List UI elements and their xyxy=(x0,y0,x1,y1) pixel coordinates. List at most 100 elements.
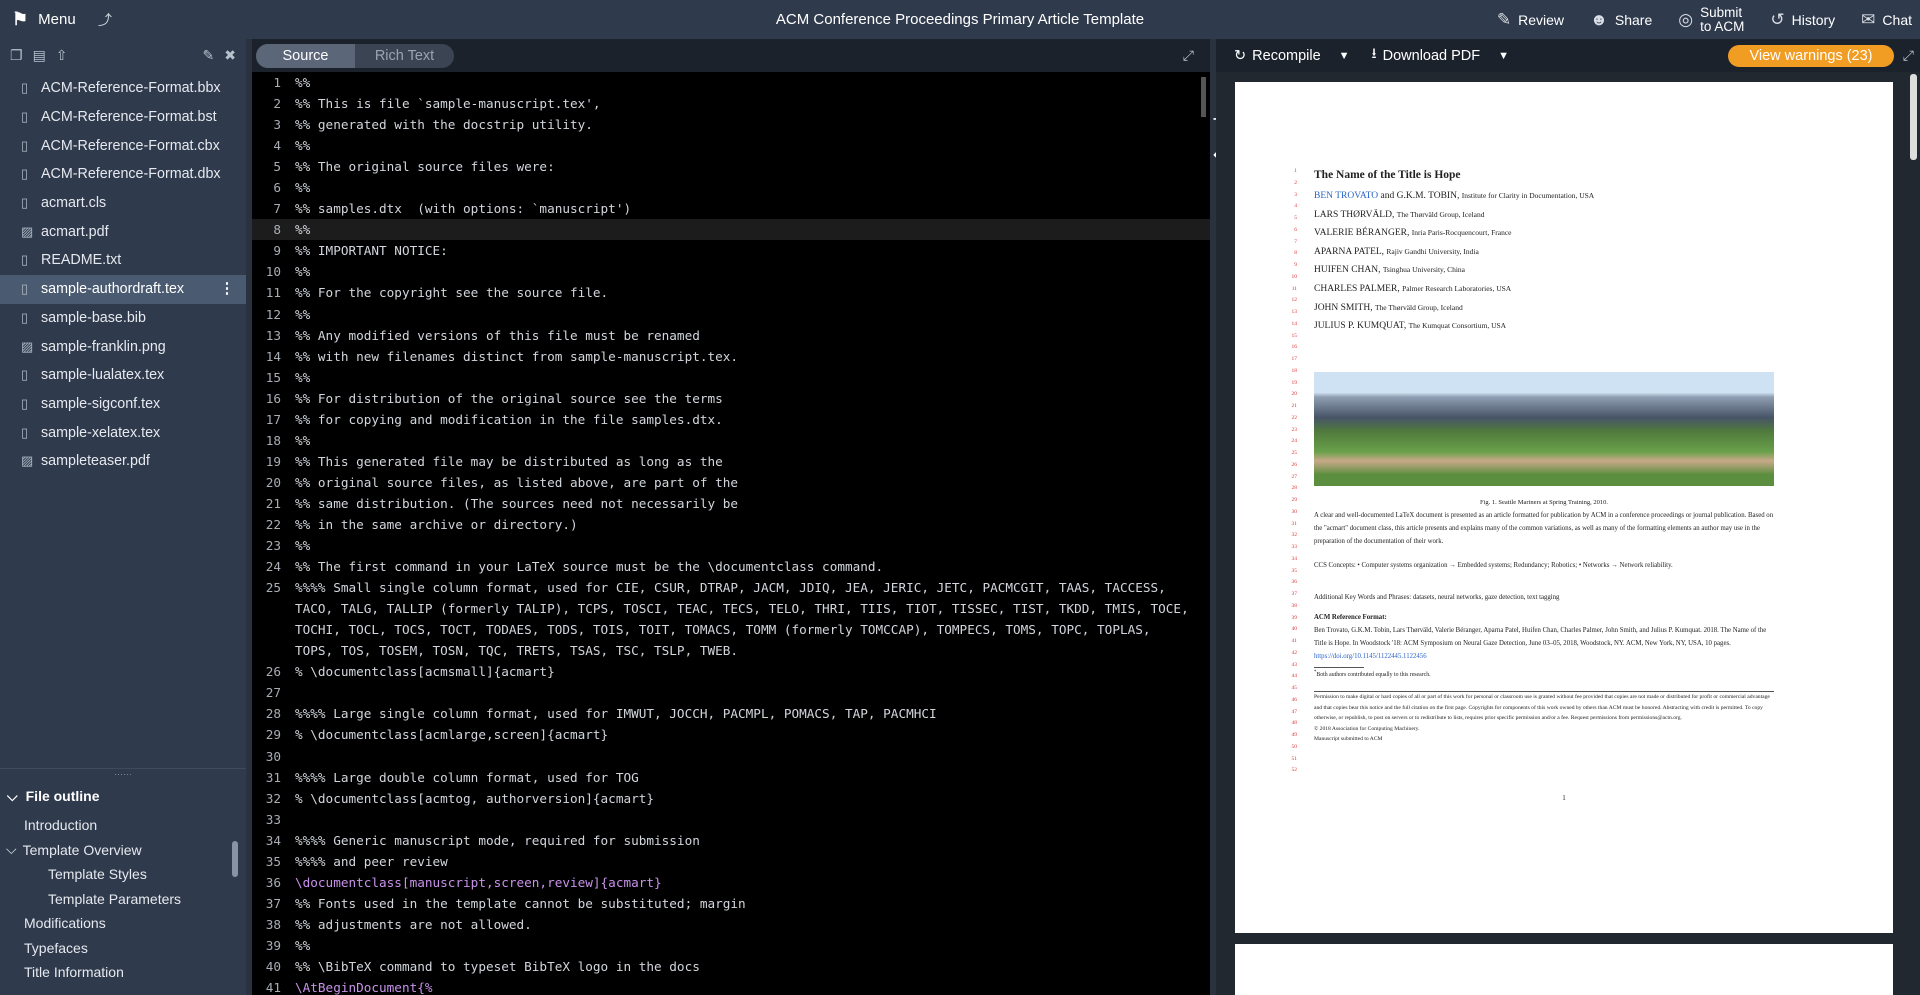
code-line: 5 %% The original source files were: xyxy=(252,156,1210,177)
recompile-button[interactable]: ↻ Recompile xyxy=(1234,48,1321,64)
author-line: BEN TROVATO and G.K.M. TOBIN, Institute … xyxy=(1314,191,1595,201)
line-number: 38 xyxy=(265,916,281,932)
outline-item[interactable]: Template Parameters xyxy=(0,887,246,912)
new-folder-icon[interactable]: ▤ xyxy=(33,47,46,64)
download-label: Download PDF xyxy=(1382,47,1481,64)
file-tree-item[interactable]: ▯ README.txt xyxy=(0,246,246,275)
rename-icon[interactable]: ✎ xyxy=(203,47,215,64)
code-line: 23%% xyxy=(252,535,1210,556)
submit-button[interactable]: ◎ Submit to ACM xyxy=(1678,5,1745,34)
upload-icon[interactable]: ⇧ xyxy=(56,47,68,64)
outline-resize-handle[interactable]: …… xyxy=(0,768,246,779)
code-editor[interactable]: 1%% 2 %% This is file `sample-manuscript.t… xyxy=(252,72,1210,995)
author-affiliation: Tsinghua University, China xyxy=(1382,265,1465,275)
code-line: 11 %% For the copyright see the source fi… xyxy=(252,282,1210,303)
author-affiliation: The Thørväld Group, Iceland xyxy=(1374,302,1463,312)
code-line: 14 %% with new filenames distinct from sa… xyxy=(252,346,1210,367)
author-list: BEN TROVATO and G.K.M. TOBIN, Institute … xyxy=(1314,187,1594,336)
code-line: 38 %% adjustments are not allowed. xyxy=(252,914,1210,935)
file-tree-item[interactable]: ▯ ACM-Reference-Format.bst xyxy=(0,103,246,132)
line-number: 2 xyxy=(273,96,281,112)
line-number: 11 xyxy=(265,285,281,301)
pdf-preview[interactable]: 1 2 3 4 5 6 7 8 9 10 11 12 13 14 15 16 17 18 19 20 21 22 23 24 2… xyxy=(1216,72,1920,995)
outline-item[interactable]: Typefaces xyxy=(0,936,246,961)
line-text xyxy=(295,809,1210,830)
file-outline-header[interactable]: ⌵ File outline xyxy=(0,779,246,813)
file-tree-item[interactable]: ▨ acmart.pdf xyxy=(0,217,246,246)
preview-expand-icon[interactable]: ⤢ xyxy=(1903,47,1914,64)
permission-text: Permission to make digital or hard copie… xyxy=(1314,694,1770,722)
outline-item[interactable]: ⌵ Template Overview xyxy=(0,838,246,863)
author-name[interactable]: BEN TROVATO xyxy=(1314,191,1378,201)
editor-scrollbar[interactable] xyxy=(1201,77,1206,117)
author-line: CHARLES PALMER, Palmer Research Laborato… xyxy=(1314,280,1594,299)
outline-item[interactable]: Title Information xyxy=(0,960,246,985)
author-line: APARNA PATEL, Rajiv Gandhi University, I… xyxy=(1314,243,1594,262)
expand-icon[interactable]: ⤢ xyxy=(1183,47,1194,64)
file-tree-item[interactable]: ▨ sample-franklin.png xyxy=(0,332,246,361)
code-line: 18%% xyxy=(252,430,1210,451)
file-tree-item[interactable]: ▯ sample-xelatex.tex xyxy=(0,418,246,447)
file-tree-item[interactable]: ▯ ACM-Reference-Format.dbx xyxy=(0,160,246,189)
outline-item[interactable]: Introduction xyxy=(0,813,246,838)
line-number: 41 xyxy=(265,980,281,995)
line-text: %% same distribution. (The sources need … xyxy=(295,495,739,511)
code-line: 21 %% same distribution. (The sources nee… xyxy=(252,493,1210,514)
author-affiliation: Rajiv Gandhi University, India xyxy=(1386,246,1479,256)
file-tree-item[interactable]: ▯ sample-authordraft.tex ⋮ xyxy=(0,274,246,304)
line-text: % \documentclass[acmtog, authorversion]{… xyxy=(295,790,655,806)
tab-rich-text[interactable]: Rich Text xyxy=(355,44,454,68)
share-button[interactable]: ☻ Share xyxy=(1590,10,1652,30)
file-tree-item[interactable]: ▨ sampleteaser.pdf xyxy=(0,447,246,476)
code-line: 41 \AtBeginDocument{% xyxy=(252,977,1210,995)
share-label: Share xyxy=(1614,11,1653,28)
history-button[interactable]: ↺ History xyxy=(1770,10,1835,30)
history-label: History xyxy=(1791,11,1836,28)
review-button[interactable]: ✎ Review xyxy=(1497,10,1564,30)
line-text xyxy=(295,682,1210,703)
code-line: 33 xyxy=(252,809,1210,830)
back-to-projects-icon[interactable]: ⤴ xyxy=(98,10,112,30)
code-line: 25 %%%% Small single column format, used … xyxy=(252,577,1210,661)
file-tree-item[interactable]: ▯ ACM-Reference-Format.bbx xyxy=(0,74,246,103)
line-number: 4 xyxy=(273,138,281,154)
author-line: JOHN SMITH, The Thørväld Group, Iceland xyxy=(1314,299,1594,318)
image-file-icon: ▨ xyxy=(21,223,34,239)
download-pdf-button[interactable]: ⭳ Download PDF xyxy=(1372,43,1481,68)
view-warnings-button[interactable]: View warnings (23) xyxy=(1728,45,1894,67)
line-number: 30 xyxy=(265,748,281,764)
line-text: %% original source files, as listed abov… xyxy=(295,474,739,490)
line-number: 26 xyxy=(265,664,281,680)
delete-icon[interactable]: ✖ xyxy=(224,47,236,64)
file-tree-item[interactable]: ▯ sample-base.bib xyxy=(0,304,246,333)
code-line: 17 %% for copying and modification in the… xyxy=(252,409,1210,430)
author-name: JULIUS P. KUMQUAT, xyxy=(1314,321,1407,332)
file-menu-icon[interactable]: ⋮ xyxy=(220,281,234,297)
file-name: sample-franklin.png xyxy=(41,338,166,355)
download-chevron-down-icon[interactable]: ▼ xyxy=(1498,50,1509,62)
teaser-photo xyxy=(1314,372,1774,486)
code-line: 24 %% The first command in your LaTeX sou… xyxy=(252,556,1210,577)
chat-button[interactable]: ✉ Chat xyxy=(1861,10,1912,30)
doi-link[interactable]: https://doi.org/10.1145/1122445.1122456 xyxy=(1314,653,1427,660)
file-tree-item[interactable]: ▯ acmart.cls xyxy=(0,189,246,218)
line-text: %%%% Small single column format, used fo… xyxy=(295,580,1197,659)
outline-scrollbar[interactable] xyxy=(232,841,238,877)
outline-item[interactable]: Modifications xyxy=(0,911,246,936)
file-tree-item[interactable]: ▯ ACM-Reference-Format.cbx xyxy=(0,131,246,160)
image-file-icon: ▨ xyxy=(21,453,34,469)
chevron-down-icon[interactable]: ⌵ xyxy=(6,841,17,858)
file-tree-item[interactable]: ▯ sample-lualatex.tex xyxy=(0,361,246,390)
file-tree-item[interactable]: ▯ sample-sigconf.tex xyxy=(0,390,246,419)
preview-scrollbar[interactable] xyxy=(1910,74,1917,160)
recompile-chevron-down-icon[interactable]: ▼ xyxy=(1339,50,1350,62)
line-number: 28 xyxy=(265,706,281,722)
submit-line2: to ACM xyxy=(1700,18,1745,34)
outline-item[interactable]: Template Styles xyxy=(0,862,246,887)
review-icon: ✎ xyxy=(1496,9,1512,29)
file-icon: ▯ xyxy=(21,137,29,153)
line-text: %% xyxy=(295,138,311,154)
new-file-icon[interactable]: ❐ xyxy=(10,47,23,64)
tab-source[interactable]: Source xyxy=(256,43,355,68)
line-number: 3 xyxy=(273,117,281,133)
